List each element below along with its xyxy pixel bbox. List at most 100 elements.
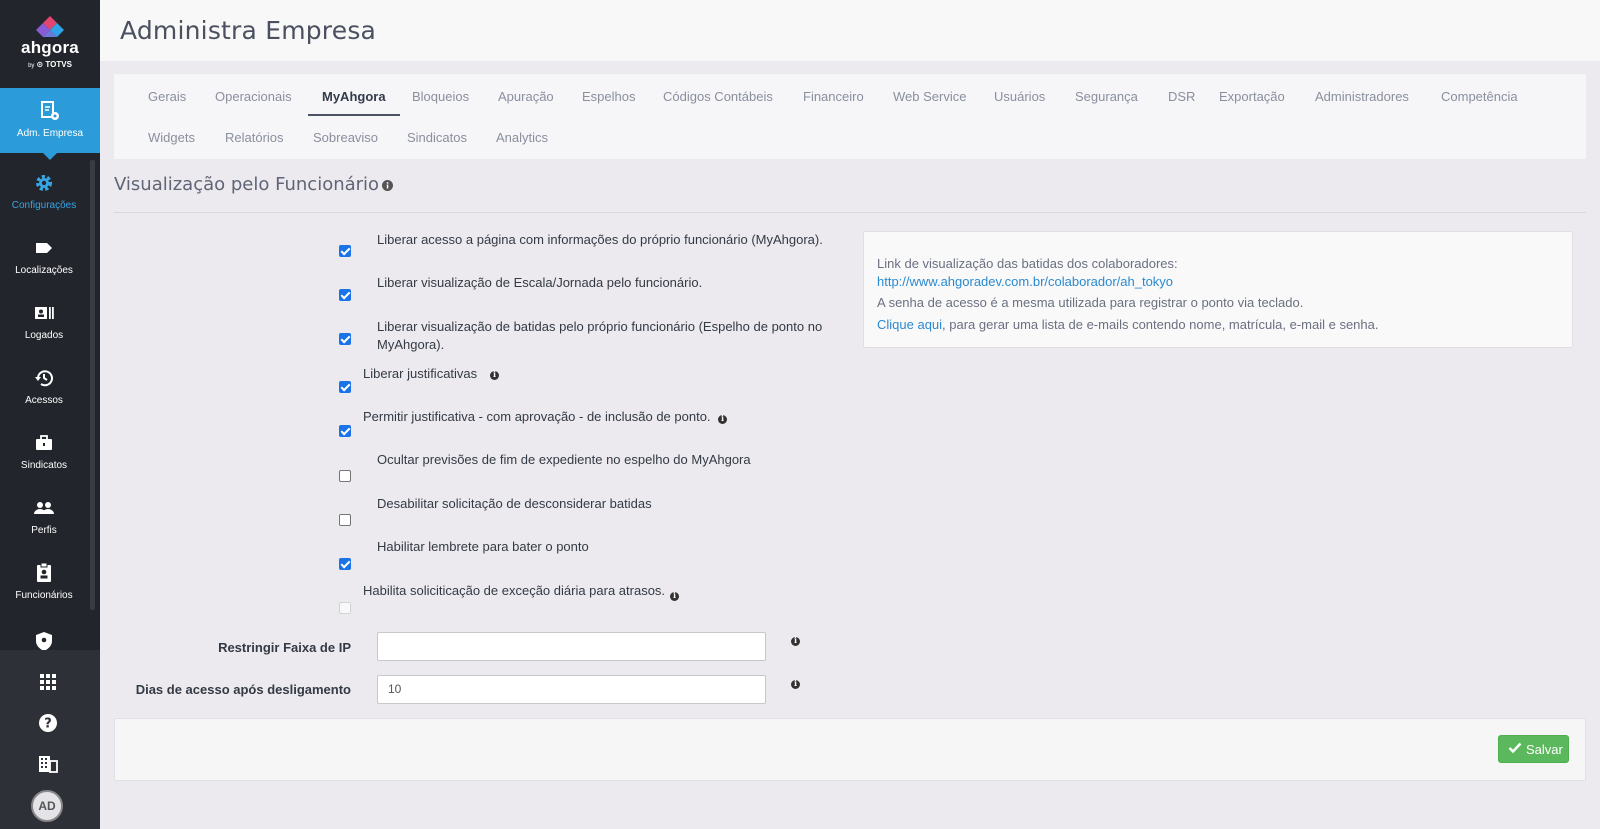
option-label: Liberar justificativas bbox=[363, 366, 478, 381]
tab-analytics[interactable]: Analytics bbox=[482, 127, 562, 157]
checkbox-liberar-justificativas[interactable] bbox=[339, 381, 351, 393]
tab-codigos-contabeis[interactable]: Códigos Contábeis bbox=[649, 86, 787, 116]
tab-espelhos[interactable]: Espelhos bbox=[568, 86, 649, 116]
sidebar-item-adm-empresa[interactable]: Adm. Empresa bbox=[0, 88, 100, 160]
sidebar-item-label: Logados bbox=[24, 330, 64, 341]
access-days-input[interactable]: 10 bbox=[377, 675, 766, 704]
info-icon[interactable] bbox=[490, 369, 499, 380]
checkbox-excecao-atrasos[interactable] bbox=[339, 602, 351, 614]
form-footer: Salvar bbox=[114, 718, 1586, 781]
active-caret bbox=[43, 153, 57, 160]
tab-financeiro[interactable]: Financeiro bbox=[789, 86, 878, 116]
checkbox-escala-jornada[interactable] bbox=[339, 289, 351, 301]
info-text: Link de visualização das batidas dos col… bbox=[877, 256, 1178, 271]
section-title: Visualização pelo Funcionário bbox=[114, 174, 394, 195]
sidebar-item-partial[interactable] bbox=[0, 620, 88, 650]
page-header: Administra Empresa bbox=[100, 0, 1600, 61]
checkbox-visualizacao-batidas[interactable] bbox=[339, 333, 351, 345]
brand-name: ahgora bbox=[21, 38, 79, 57]
sidebar-item-label: Localizações bbox=[15, 265, 73, 276]
ip-range-input[interactable] bbox=[377, 632, 766, 661]
sidebar-item-sindicatos[interactable]: Sindicatos bbox=[0, 420, 88, 484]
option-label: Ocultar previsões de fim de expediente n… bbox=[377, 452, 751, 467]
sidebar-item-acessos[interactable]: Acessos bbox=[0, 355, 88, 419]
tab-dsr[interactable]: DSR bbox=[1154, 86, 1209, 116]
sidebar-item-label: Perfis bbox=[31, 525, 57, 536]
sidebar-item-label: Funcionários bbox=[15, 590, 73, 601]
tab-administradores[interactable]: Administradores bbox=[1301, 86, 1423, 116]
info-icon[interactable] bbox=[718, 413, 727, 424]
history-icon bbox=[35, 370, 53, 387]
sidebar-scrollbar[interactable] bbox=[90, 160, 95, 610]
clipboard-user-icon bbox=[37, 562, 51, 582]
tab-usuarios[interactable]: Usuários bbox=[980, 86, 1059, 116]
checkbox-desabilitar-desconsiderar[interactable] bbox=[339, 514, 351, 526]
svg-text:?: ? bbox=[44, 717, 52, 732]
sidebar-item-label: Configurações bbox=[11, 200, 77, 211]
user-avatar[interactable]: AD bbox=[31, 790, 63, 822]
tab-exportacao[interactable]: Exportação bbox=[1205, 86, 1299, 116]
sidebar-item-logados[interactable]: Logados bbox=[0, 290, 88, 354]
click-here-link[interactable]: Clique aqui bbox=[877, 317, 942, 332]
sidebar-item-configuracoes[interactable]: Configurações bbox=[0, 160, 88, 224]
sidebar-item-label: Acessos bbox=[25, 395, 63, 406]
building-icon[interactable] bbox=[37, 752, 59, 774]
gear-icon bbox=[36, 175, 52, 191]
briefcase-icon bbox=[36, 435, 52, 450]
sidebar-item-label: Sindicatos bbox=[20, 460, 68, 471]
tab-myahgora[interactable]: MyAhgora bbox=[308, 86, 400, 116]
sidebar-item-label: Adm. Empresa bbox=[16, 128, 84, 139]
settings-tabs: Gerais Operacionais MyAhgora Bloqueios A… bbox=[114, 74, 1586, 159]
checkbox-liberar-acesso[interactable] bbox=[339, 245, 351, 257]
info-panel: Link de visualização das batidas dos col… bbox=[863, 231, 1573, 348]
tab-web-service[interactable]: Web Service bbox=[879, 86, 980, 116]
checkbox-ocultar-previsoes[interactable] bbox=[339, 470, 351, 482]
option-label: Liberar visualização de batidas pelo pró… bbox=[377, 319, 823, 334]
id-card-icon bbox=[35, 307, 54, 319]
info-icon[interactable] bbox=[382, 180, 394, 191]
section-divider bbox=[114, 212, 1586, 213]
sidebar-item-funcionarios[interactable]: Funcionários bbox=[0, 550, 88, 614]
tab-gerais[interactable]: Gerais bbox=[134, 86, 200, 116]
sidebar: ahgora by ⊙ TOTVS Adm. Empresa Configuraç… bbox=[0, 0, 100, 829]
tab-sindicatos[interactable]: Sindicatos bbox=[393, 127, 481, 157]
access-days-label: Dias de acesso após desligamento bbox=[135, 682, 351, 697]
ip-range-label: Restringir Faixa de IP bbox=[218, 640, 351, 655]
checkbox-justificativa-aprovacao[interactable] bbox=[339, 425, 351, 437]
info-text: Clique aqui, para gerar uma lista de e-m… bbox=[877, 317, 1379, 332]
tab-bloqueios[interactable]: Bloqueios bbox=[398, 86, 483, 116]
option-label: Permitir justificativa - com aprovação -… bbox=[363, 409, 711, 424]
sidebar-item-localizacoes[interactable]: Localizações bbox=[0, 225, 88, 289]
tab-apuracao[interactable]: Apuração bbox=[484, 86, 568, 116]
info-icon[interactable] bbox=[791, 678, 800, 689]
info-icon[interactable] bbox=[670, 590, 679, 601]
tab-competencia[interactable]: Competência bbox=[1427, 86, 1532, 116]
company-admin-icon bbox=[41, 101, 59, 120]
tab-operacionais[interactable]: Operacionais bbox=[201, 86, 306, 116]
ahgora-logo-icon bbox=[36, 16, 64, 37]
option-label: Desabilitar solicitação de desconsiderar… bbox=[377, 496, 652, 511]
tab-relatorios[interactable]: Relatórios bbox=[211, 127, 298, 157]
option-label-cont: MyAhgora). bbox=[377, 337, 445, 352]
info-icon[interactable] bbox=[791, 635, 800, 646]
sidebar-item-perfis[interactable]: Perfis bbox=[0, 485, 88, 549]
brand-logo[interactable]: ahgora by ⊙ TOTVS bbox=[0, 0, 100, 88]
checkbox-lembrete-ponto[interactable] bbox=[339, 558, 351, 570]
brand-partner: by ⊙ TOTVS bbox=[28, 60, 72, 69]
employee-link[interactable]: http://www.ahgoradev.com.br/colaborador/… bbox=[877, 274, 1173, 289]
option-label: Habilita soliciticação de exceção diária… bbox=[363, 583, 666, 598]
info-text: A senha de acesso é a mesma utilizada pa… bbox=[877, 295, 1304, 310]
option-label: Liberar visualização de Escala/Jornada p… bbox=[377, 275, 703, 290]
tag-icon bbox=[36, 243, 52, 253]
option-label: Habilitar lembrete para bater o ponto bbox=[377, 539, 589, 554]
save-button[interactable]: Salvar bbox=[1498, 735, 1569, 763]
tab-seguranca[interactable]: Segurança bbox=[1061, 86, 1152, 116]
apps-grid-icon[interactable] bbox=[37, 671, 59, 693]
help-icon[interactable]: ? bbox=[37, 712, 59, 734]
page-title: Administra Empresa bbox=[120, 16, 377, 45]
shield-user-icon bbox=[36, 632, 52, 650]
tab-widgets[interactable]: Widgets bbox=[134, 127, 209, 157]
option-label: Liberar acesso a página com informações … bbox=[377, 232, 823, 247]
users-icon bbox=[34, 502, 54, 514]
tab-sobreaviso[interactable]: Sobreaviso bbox=[299, 127, 392, 157]
